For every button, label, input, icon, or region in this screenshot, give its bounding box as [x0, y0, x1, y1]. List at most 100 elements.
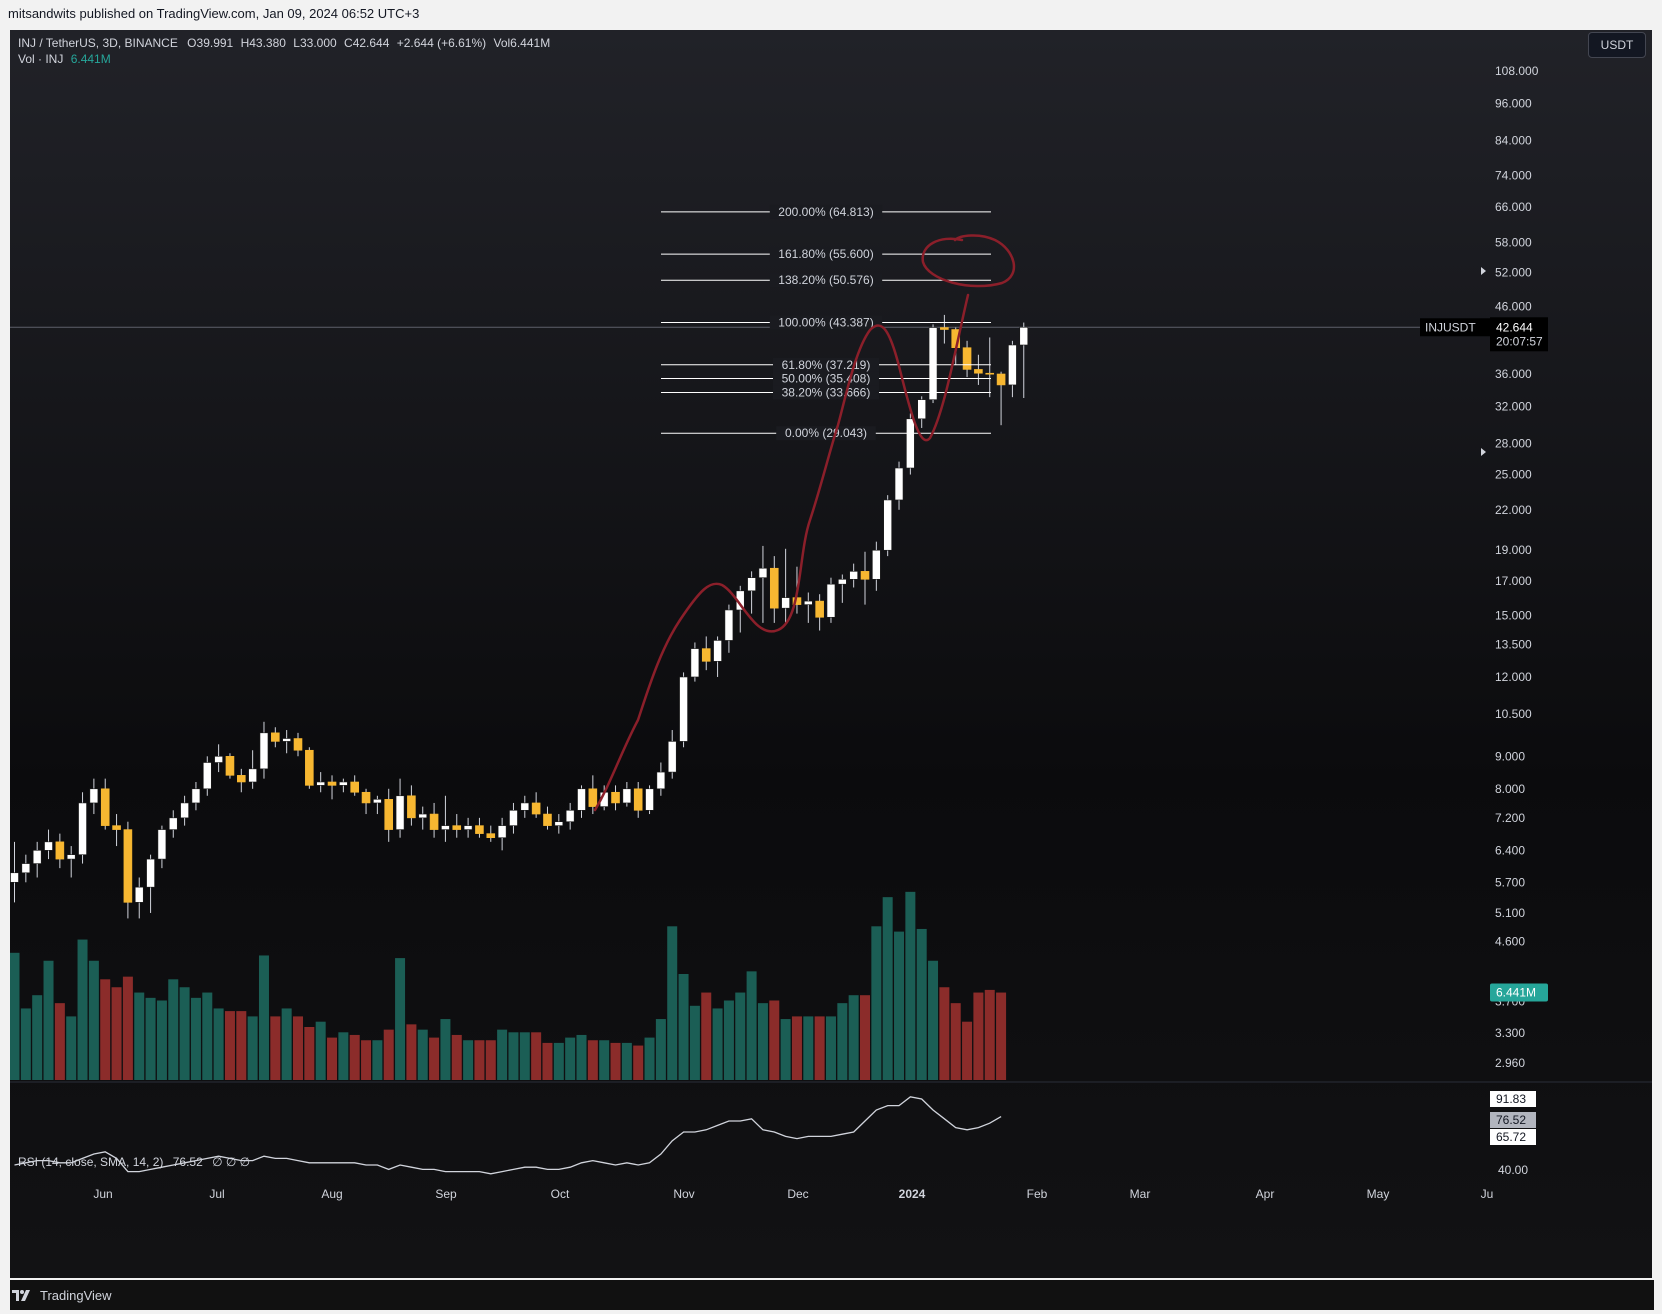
candle-body: [633, 788, 643, 811]
volume-bar: [451, 1034, 462, 1080]
volume-bar: [928, 960, 939, 1080]
candle-body: [690, 648, 700, 678]
candle-body: [146, 858, 155, 888]
volume-bar: [281, 1008, 292, 1080]
volume-bar: [111, 987, 122, 1080]
candle-body: [565, 809, 575, 823]
footer-brand[interactable]: TradingView: [40, 1288, 112, 1303]
candle-body: [305, 749, 314, 786]
volume-bar: [429, 1037, 440, 1080]
volume-bar: [202, 992, 213, 1080]
symbol-pair[interactable]: INJ / TetherUS, 3D, BINANCE: [18, 36, 178, 50]
currency-button[interactable]: USDT: [1588, 32, 1646, 58]
volume-bar: [735, 992, 746, 1080]
volume-bar: [258, 955, 269, 1080]
rsi-legend-label[interactable]: RSI (14, close, SMA, 14, 2): [18, 1155, 163, 1169]
candle-body: [520, 802, 530, 811]
candle-body: [180, 802, 189, 819]
candle-body: [10, 872, 19, 883]
volume-bar: [270, 1016, 281, 1080]
volume-legend: Vol · INJ 6.441M: [18, 52, 111, 66]
chart-svg[interactable]: 108.000 96.000 84.000 74.000 66.000 58.000 52.…: [10, 30, 1652, 1278]
candle-body: [872, 549, 881, 580]
price-tick-label: 7.200: [1495, 811, 1525, 825]
volume-legend-label[interactable]: Vol · INJ: [18, 52, 63, 66]
volume-bar: [746, 971, 757, 1080]
price-tick-label: 22.000: [1495, 503, 1532, 517]
tradingview-logo-icon[interactable]: [12, 1288, 34, 1302]
candle-body: [21, 863, 31, 874]
volume-bar: [327, 1037, 338, 1080]
price-tick-label: 32.000: [1495, 399, 1532, 413]
price-tick-label: 13.500: [1495, 637, 1532, 651]
volume-bar: [950, 1003, 961, 1080]
volume-bar: [973, 992, 984, 1080]
candle-body: [497, 825, 507, 839]
volume-bar: [497, 1029, 508, 1080]
volume-bar: [145, 997, 156, 1080]
time-axis-label: Mar: [1130, 1187, 1151, 1201]
price-tick-label: 4.600: [1495, 934, 1525, 948]
candle-body: [463, 825, 473, 830]
time-axis-label: Feb: [1027, 1187, 1048, 1201]
volume-bar: [122, 976, 133, 1080]
alert-marker-icon: [1481, 448, 1486, 456]
volume-bar: [780, 1019, 791, 1080]
price-tick-label: 84.000: [1495, 133, 1532, 147]
candle-body: [974, 369, 983, 374]
candle-body: [815, 600, 824, 618]
volume-bar: [848, 995, 859, 1080]
candle-body: [327, 781, 337, 786]
price-tick-label: 9.000: [1495, 749, 1525, 763]
rsi-tick-label: 40.00: [1498, 1163, 1528, 1177]
candle-body: [849, 571, 858, 580]
price-tick-label: 28.000: [1495, 436, 1532, 450]
candle-body: [531, 802, 541, 815]
symbol-tag-label: INJUSDT: [1425, 320, 1476, 334]
price-tick-label: 5.700: [1495, 875, 1525, 889]
open-value: 39.991: [196, 36, 234, 50]
rsi-legend-tail: ∅ ∅ ∅: [212, 1155, 251, 1169]
volume-bar: [542, 1042, 553, 1080]
fib-level-label: 0.00% (29.043): [785, 426, 867, 440]
candle-body: [577, 788, 586, 811]
volume-bar: [599, 1040, 610, 1080]
candle-body: [860, 571, 870, 580]
candle-body: [701, 648, 711, 662]
price-tick-label: 5.100: [1495, 906, 1525, 920]
candle-body: [509, 809, 518, 826]
volume-legend-value: 6.441M: [70, 52, 111, 66]
candle-body: [407, 795, 416, 819]
candle-body: [89, 788, 99, 804]
volume-bar: [984, 989, 995, 1080]
volume-bar: [293, 1016, 303, 1080]
time-axis-label: May: [1367, 1187, 1390, 1201]
price-tick-label: 2.960: [1495, 1056, 1525, 1070]
volume-bar: [417, 1029, 428, 1080]
volume-bar: [667, 926, 678, 1080]
price-tick-label: 46.000: [1495, 299, 1532, 313]
candle-body: [384, 799, 394, 830]
low-label: L: [293, 36, 300, 50]
volume-bar: [474, 1040, 485, 1080]
candle-body: [429, 813, 439, 830]
change-value: +2.644 (+6.61%): [396, 36, 487, 50]
time-axis-label: Sep: [435, 1187, 457, 1201]
volume-bar: [871, 926, 882, 1080]
candle-body: [66, 854, 76, 860]
candle-body: [781, 597, 790, 609]
fib-level-label: 138.20% (50.576): [778, 273, 873, 287]
price-tick-label: 15.000: [1495, 608, 1532, 622]
volume-bar: [236, 1011, 247, 1080]
chart-frame[interactable]: 108.000 96.000 84.000 74.000 66.000 58.000 52.…: [10, 30, 1652, 1278]
volume-bar: [383, 1029, 394, 1080]
target-circle-annotation: [921, 234, 1016, 288]
candle-body: [713, 640, 722, 662]
volume-bar: [723, 1000, 734, 1080]
volume-bar: [803, 1016, 814, 1080]
candle-body: [826, 583, 836, 618]
volume-bar: [508, 1032, 519, 1080]
low-value: 33.000: [299, 36, 337, 50]
volume-bar: [678, 974, 689, 1080]
close-value: 42.644: [352, 36, 390, 50]
